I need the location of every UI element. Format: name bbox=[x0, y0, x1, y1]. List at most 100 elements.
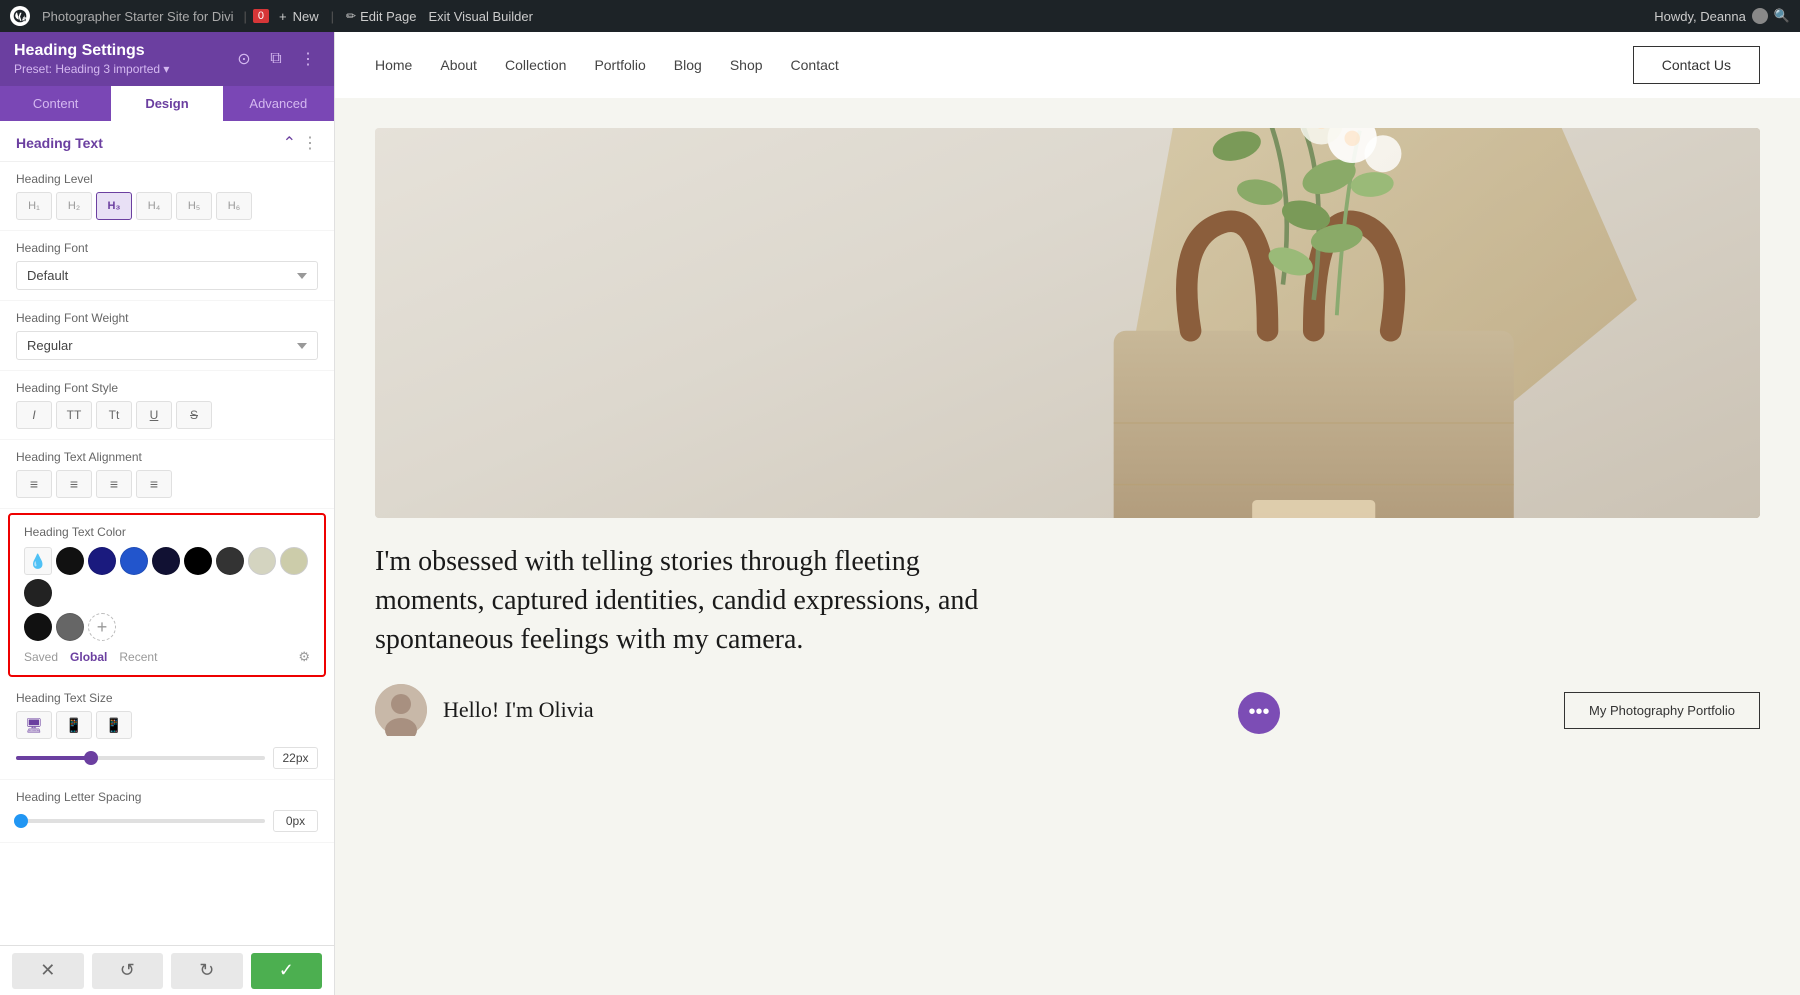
nav-shop[interactable]: Shop bbox=[730, 57, 763, 73]
site-nav: Home About Collection Portfolio Blog Sho… bbox=[335, 32, 1800, 98]
panel-expand-icon[interactable]: ⧉ bbox=[264, 47, 288, 71]
color-tab-global[interactable]: Global bbox=[70, 650, 107, 664]
italic-button[interactable]: I bbox=[16, 401, 52, 429]
color-swatch-7[interactable] bbox=[280, 547, 308, 575]
letter-spacing-slider-thumb[interactable] bbox=[14, 814, 28, 828]
heading-letter-spacing-label: Heading Letter Spacing bbox=[16, 790, 318, 804]
color-swatch-9[interactable] bbox=[24, 613, 52, 641]
howdy-label: Howdy, Deanna 🔍 bbox=[1654, 8, 1790, 24]
section-actions: ⌃ ⋮ bbox=[283, 133, 318, 153]
mobile-device-button[interactable]: 📱 bbox=[96, 711, 132, 739]
color-swatch-4[interactable] bbox=[184, 547, 212, 575]
author-avatar bbox=[375, 684, 427, 736]
color-tab-saved[interactable]: Saved bbox=[24, 650, 58, 664]
align-right-button[interactable]: ≡ bbox=[96, 470, 132, 498]
size-slider-thumb[interactable] bbox=[84, 751, 98, 765]
strikethrough-button[interactable]: S bbox=[176, 401, 212, 429]
nav-collection[interactable]: Collection bbox=[505, 57, 566, 73]
heading-font-select[interactable]: Default bbox=[16, 261, 318, 290]
author-row: Hello! I'm Olivia ••• My Photography Por… bbox=[335, 684, 1800, 756]
nav-links: Home About Collection Portfolio Blog Sho… bbox=[375, 57, 839, 73]
tab-advanced[interactable]: Advanced bbox=[223, 86, 334, 121]
new-button[interactable]: New bbox=[279, 9, 319, 24]
quote-text: I'm obsessed with telling stories throug… bbox=[335, 518, 1035, 684]
undo-button[interactable]: ↺ bbox=[92, 953, 164, 989]
search-icon[interactable]: 🔍 bbox=[1774, 8, 1790, 24]
cancel-button[interactable]: ✕ bbox=[12, 953, 84, 989]
heading-letter-spacing-group: Heading Letter Spacing bbox=[0, 780, 334, 843]
right-content: Home About Collection Portfolio Blog Sho… bbox=[335, 32, 1800, 995]
tab-content[interactable]: Content bbox=[0, 86, 111, 121]
align-left-button[interactable]: ≡ bbox=[16, 470, 52, 498]
eyedropper-button[interactable]: 💧 bbox=[24, 547, 52, 575]
heading-font-style-group: Heading Font Style I TT Tt U S bbox=[0, 371, 334, 440]
uppercase-button[interactable]: TT bbox=[56, 401, 92, 429]
color-swatch-1[interactable] bbox=[88, 547, 116, 575]
underline-button[interactable]: U bbox=[136, 401, 172, 429]
h1-button[interactable]: H₁ bbox=[16, 192, 52, 220]
add-color-button[interactable]: + bbox=[88, 613, 116, 641]
section-more-button[interactable]: ⋮ bbox=[302, 133, 318, 153]
color-swatch-5[interactable] bbox=[216, 547, 244, 575]
color-settings-button[interactable]: ⚙ bbox=[298, 649, 310, 665]
tablet-device-button[interactable]: 📱 bbox=[56, 711, 92, 739]
h4-button[interactable]: H₄ bbox=[136, 192, 172, 220]
heading-level-group: Heading Level H₁ H₂ H₃ H₄ H₅ H₆ bbox=[0, 162, 334, 231]
h3-button[interactable]: H₃ bbox=[96, 192, 132, 220]
color-swatches-area: 💧 + bbox=[24, 547, 310, 641]
nav-home[interactable]: Home bbox=[375, 57, 412, 73]
site-name-label: Photographer Starter Site for Divi bbox=[42, 9, 233, 24]
hero-illustration bbox=[375, 128, 1760, 518]
color-tab-recent[interactable]: Recent bbox=[119, 650, 157, 664]
panel-title: Heading Settings bbox=[14, 42, 169, 60]
user-avatar bbox=[1752, 8, 1768, 24]
nav-portfolio[interactable]: Portfolio bbox=[594, 57, 645, 73]
floating-action-button[interactable]: ••• bbox=[1238, 692, 1280, 734]
collapse-button[interactable]: ⌃ bbox=[283, 133, 296, 153]
color-swatch-0[interactable] bbox=[56, 547, 84, 575]
h6-button[interactable]: H₆ bbox=[216, 192, 252, 220]
align-justify-button[interactable]: ≡ bbox=[136, 470, 172, 498]
color-swatch-2[interactable] bbox=[120, 547, 148, 575]
color-swatch-8[interactable] bbox=[24, 579, 52, 607]
color-swatch-10[interactable] bbox=[56, 613, 84, 641]
heading-font-weight-label: Heading Font Weight bbox=[16, 311, 318, 325]
heading-text-size-group: Heading Text Size 🖥 📱 📱 bbox=[0, 681, 334, 780]
section-header: Heading Text ⌃ ⋮ bbox=[0, 121, 334, 162]
letter-spacing-slider-value[interactable] bbox=[273, 810, 318, 832]
section-title: Heading Text bbox=[16, 135, 103, 151]
wp-logo-icon bbox=[10, 6, 30, 26]
comment-count-badge[interactable]: 0 bbox=[253, 9, 269, 23]
portfolio-button[interactable]: My Photography Portfolio bbox=[1564, 692, 1760, 729]
save-button[interactable]: ✓ bbox=[251, 953, 323, 989]
color-swatch-6[interactable] bbox=[248, 547, 276, 575]
redo-button[interactable]: ↻ bbox=[171, 953, 243, 989]
heading-text-align-label: Heading Text Alignment bbox=[16, 450, 318, 464]
nav-blog[interactable]: Blog bbox=[674, 57, 702, 73]
exit-builder-button[interactable]: Exit Visual Builder bbox=[428, 9, 533, 24]
color-tabs: Saved Global Recent ⚙ bbox=[24, 649, 310, 665]
panel-more-icon[interactable]: ⋮ bbox=[296, 47, 320, 71]
desktop-device-button[interactable]: 🖥 bbox=[16, 711, 52, 739]
panel-focus-icon[interactable]: ⊙ bbox=[232, 47, 256, 71]
heading-font-label: Heading Font bbox=[16, 241, 318, 255]
tab-design[interactable]: Design bbox=[111, 86, 222, 121]
font-style-buttons: I TT Tt U S bbox=[16, 401, 318, 429]
heading-text-align-group: Heading Text Alignment ≡ ≡ ≡ ≡ bbox=[0, 440, 334, 509]
heading-text-color-section: Heading Text Color 💧 + bbox=[8, 513, 326, 677]
panel-header: Heading Settings Preset: Heading 3 impor… bbox=[0, 32, 334, 86]
nav-contact[interactable]: Contact bbox=[791, 57, 839, 73]
capitalize-button[interactable]: Tt bbox=[96, 401, 132, 429]
heading-font-weight-select[interactable]: Regular bbox=[16, 331, 318, 360]
align-center-button[interactable]: ≡ bbox=[56, 470, 92, 498]
left-panel: Heading Settings Preset: Heading 3 impor… bbox=[0, 32, 335, 995]
heading-level-label: Heading Level bbox=[16, 172, 318, 186]
nav-about[interactable]: About bbox=[440, 57, 477, 73]
edit-page-button[interactable]: ✏ Edit Page bbox=[346, 9, 416, 24]
main-layout: Heading Settings Preset: Heading 3 impor… bbox=[0, 32, 1800, 995]
h5-button[interactable]: H₅ bbox=[176, 192, 212, 220]
h2-button[interactable]: H₂ bbox=[56, 192, 92, 220]
color-swatch-3[interactable] bbox=[152, 547, 180, 575]
contact-us-button[interactable]: Contact Us bbox=[1633, 46, 1760, 84]
size-slider-value[interactable] bbox=[273, 747, 318, 769]
